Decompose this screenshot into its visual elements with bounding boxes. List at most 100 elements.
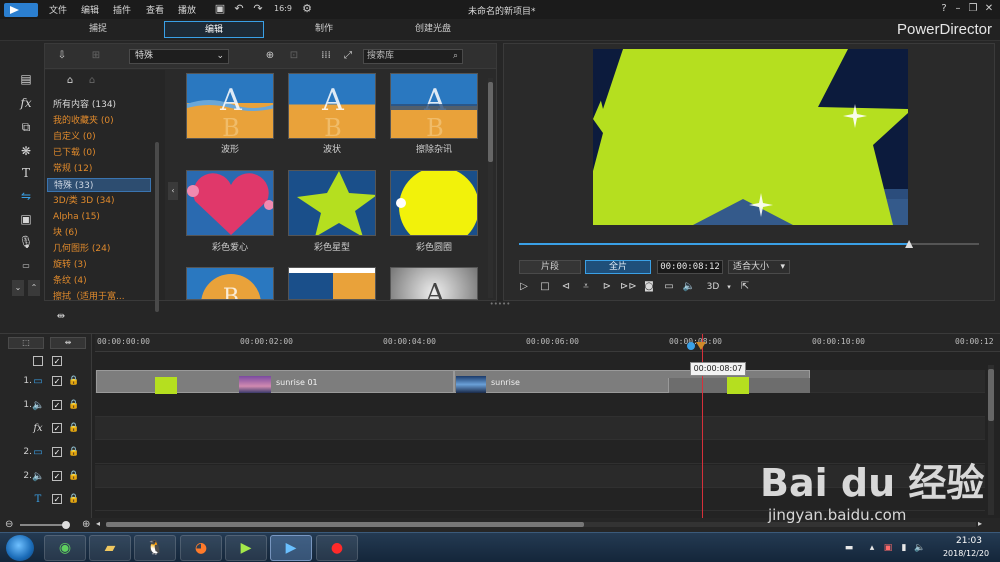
- zoom-in-icon[interactable]: ⊕: [82, 519, 90, 530]
- transition-thumb-circle[interactable]: [390, 170, 478, 236]
- clip-mode-tab[interactable]: 片段: [519, 260, 581, 274]
- category-item[interactable]: 旋转 (3): [53, 258, 153, 272]
- subtitle-room-icon[interactable]: ▭: [18, 258, 34, 274]
- category-item[interactable]: 我的收藏夹 (0): [53, 114, 153, 128]
- category-item[interactable]: Alpha (15): [53, 210, 153, 224]
- movie-mode-tab[interactable]: 全片: [585, 260, 651, 274]
- tab-capture[interactable]: 捕捉: [48, 21, 148, 38]
- fast-forward-icon[interactable]: ⊳⊳: [620, 280, 637, 294]
- category-scrollbar[interactable]: [155, 142, 159, 312]
- all-tracks-view-checkbox[interactable]: [33, 356, 43, 366]
- network-tray-icon[interactable]: ▮: [898, 542, 910, 554]
- new-category-icon[interactable]: ⌂: [63, 74, 77, 88]
- snapshot-camera-icon[interactable]: ◙: [642, 280, 656, 294]
- tab-edit[interactable]: 编辑: [164, 21, 264, 38]
- security-tray-icon[interactable]: ▣: [882, 542, 894, 554]
- lock-icon[interactable]: 🔒: [68, 376, 79, 386]
- save-icon[interactable]: ▣: [214, 3, 226, 15]
- split-marker-icon[interactable]: ⩡: [579, 280, 593, 294]
- next-frame-icon[interactable]: ⊳: [600, 280, 614, 294]
- grid-view-icon[interactable]: ⁞⁞⁞: [319, 49, 333, 63]
- stop-icon[interactable]: □: [538, 280, 552, 294]
- help-button[interactable]: ?: [938, 2, 950, 16]
- close-icon[interactable]: ✕: [983, 2, 995, 16]
- category-item[interactable]: 块 (6): [53, 226, 153, 240]
- transition-thumb-partial[interactable]: A: [390, 267, 478, 300]
- lock-icon[interactable]: 🔒: [68, 471, 79, 481]
- audio-track-1[interactable]: [95, 394, 985, 417]
- track-manager-button[interactable]: ⬚: [8, 337, 44, 349]
- effect-room-icon[interactable]: fx: [18, 95, 34, 111]
- taskbar-qq-icon[interactable]: 🐧: [134, 535, 176, 561]
- menu-edit[interactable]: 编辑: [81, 3, 99, 16]
- timeline-ruler[interactable]: 00:00:00:00 00:00:02:00 00:00:04:00 00:0…: [95, 334, 1000, 352]
- zoom-slider-knob[interactable]: [62, 521, 70, 529]
- clock-time[interactable]: 21:03: [944, 536, 994, 546]
- transition-room-icon[interactable]: ⇋: [18, 188, 34, 204]
- taskbar-powerdirector-icon[interactable]: ▶: [270, 535, 312, 561]
- transition-thumb-star[interactable]: [288, 170, 376, 236]
- undo-icon[interactable]: ↶: [233, 3, 245, 15]
- zoom-fit-dropdown[interactable]: 适合大小 ▾: [728, 260, 790, 274]
- menu-play[interactable]: 播放: [178, 3, 196, 16]
- taskbar-recorder-icon[interactable]: ●: [316, 535, 358, 561]
- clock-date[interactable]: 2018/12/20: [936, 549, 996, 558]
- transition-thumb-heart[interactable]: [186, 170, 274, 236]
- track-enable-checkbox[interactable]: ✓: [52, 471, 62, 481]
- restore-icon[interactable]: ❐: [967, 2, 979, 16]
- fit-timeline-icon[interactable]: ⇹: [53, 311, 69, 323]
- zoom-slider[interactable]: [20, 524, 66, 526]
- playhead-handle-icon[interactable]: [682, 340, 710, 352]
- keyboard-tray-icon[interactable]: ▬: [843, 542, 855, 554]
- chevron-up-icon[interactable]: ⌃: [28, 280, 40, 296]
- undock-preview-icon[interactable]: ⇱: [738, 280, 752, 294]
- menu-file[interactable]: 文件: [49, 3, 67, 16]
- tab-create-disc[interactable]: 创建光盘: [383, 21, 483, 38]
- play-icon[interactable]: ▷: [517, 280, 531, 294]
- all-tracks-enable-checkbox[interactable]: ✓: [52, 356, 62, 366]
- audio-mixing-icon[interactable]: ▣: [18, 211, 34, 227]
- lock-icon[interactable]: 🔒: [68, 423, 79, 433]
- zoom-out-icon[interactable]: ⊖: [5, 519, 13, 530]
- collapse-panel-button[interactable]: ‹: [168, 182, 178, 200]
- timeline-horizontal-thumb[interactable]: [106, 522, 584, 527]
- taskbar-app-360-icon[interactable]: ◉: [44, 535, 86, 561]
- search-icon[interactable]: ⌕: [453, 50, 458, 63]
- chevron-down-icon[interactable]: ▾: [722, 280, 736, 294]
- taskbar-media-app-icon[interactable]: ▶: [225, 535, 267, 561]
- voice-over-icon[interactable]: 🎙: [18, 234, 34, 250]
- favorite-add-icon[interactable]: ⊡: [287, 49, 301, 63]
- taskbar-firefox-icon[interactable]: ◕: [180, 535, 222, 561]
- transition-thumb-ripple[interactable]: AB: [288, 73, 376, 139]
- category-item[interactable]: 已下载 (0): [53, 146, 153, 160]
- timeline-fit-button[interactable]: ⇹: [50, 337, 86, 349]
- chevron-down-icon[interactable]: ⌄: [12, 280, 24, 296]
- category-item[interactable]: 3D/类 3D (34): [53, 194, 153, 208]
- import-icon[interactable]: ⇩: [55, 49, 69, 63]
- title-room-icon[interactable]: T: [18, 165, 34, 181]
- category-item[interactable]: 几何图形 (24): [53, 242, 153, 256]
- track-enable-checkbox[interactable]: ✓: [52, 423, 62, 433]
- track-enable-checkbox[interactable]: ✓: [52, 494, 62, 504]
- category-dropdown[interactable]: 特殊 ⌄: [129, 49, 229, 64]
- category-item[interactable]: 条纹 (4): [53, 274, 153, 288]
- start-button[interactable]: [6, 535, 34, 561]
- preview-timecode[interactable]: 00:00:08:12: [657, 260, 723, 274]
- remove-category-icon[interactable]: ⌂: [85, 74, 99, 88]
- redo-icon[interactable]: ↷: [252, 3, 264, 15]
- track-enable-checkbox[interactable]: ✓: [52, 447, 62, 457]
- add-to-timeline-icon[interactable]: ⊕: [263, 49, 277, 63]
- minimize-icon[interactable]: –: [952, 2, 964, 16]
- settings-gear-icon[interactable]: ⚙: [301, 3, 313, 15]
- category-item[interactable]: 所有内容 (134): [53, 98, 153, 112]
- library-scrollbar-thumb[interactable]: [488, 82, 493, 162]
- transition-thumb-partial[interactable]: B: [186, 267, 274, 300]
- timeline-vertical-thumb[interactable]: [988, 369, 994, 421]
- lock-icon[interactable]: 🔒: [68, 400, 79, 410]
- lock-icon[interactable]: 🔒: [68, 494, 79, 504]
- transition-thumb-partial[interactable]: [288, 267, 376, 300]
- video-clip[interactable]: [96, 370, 454, 393]
- menu-plugins[interactable]: 插件: [113, 3, 131, 16]
- particle-room-icon[interactable]: ❋: [18, 143, 34, 159]
- track-enable-checkbox[interactable]: ✓: [52, 400, 62, 410]
